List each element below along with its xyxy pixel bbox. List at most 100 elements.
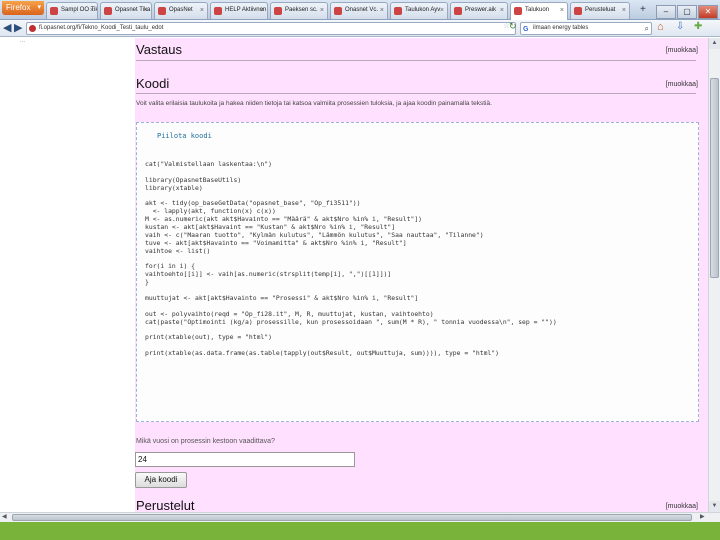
code-line: vaih <- c("Maaran tuotto", "Kylmän kulut… bbox=[145, 231, 484, 239]
code-line: print(xtable(as.data.frame(as.table(tapp… bbox=[145, 350, 499, 358]
code-line: for(i in i) { bbox=[145, 263, 196, 271]
browser-window: Firefox▾ Sampl OO Tikon×Opasnet Tika×Opa… bbox=[0, 0, 720, 522]
browser-tab[interactable]: Perusteluat × bbox=[570, 2, 630, 19]
search-bar[interactable]: G ilmaan energy tables ⌕ bbox=[520, 22, 652, 35]
browser-tab[interactable]: HELP Aktiivnon × bbox=[210, 2, 268, 19]
question-label: Mikä vuosi on prosessin kestoon vaaditta… bbox=[136, 438, 275, 445]
browser-tab[interactable]: Preswer.aik × bbox=[450, 2, 508, 19]
browser-tab[interactable]: Onasnet Vc. × bbox=[330, 2, 388, 19]
new-tab-icon[interactable]: + bbox=[640, 4, 646, 15]
koodi-description: Voit valita erilaisia taulukoita ja hake… bbox=[136, 100, 492, 107]
close-tab-icon[interactable]: × bbox=[440, 3, 444, 18]
code-line: vaihtoehto[[i]] <- vaih[as.numeric(strsp… bbox=[145, 271, 392, 279]
page-viewport: ... Vastaus [muokkaa] Koodi [muokkaa] Vo… bbox=[0, 38, 708, 512]
heading-vastaus: Vastaus bbox=[136, 42, 183, 57]
tab-favicon-icon bbox=[574, 7, 582, 15]
divider bbox=[136, 93, 696, 94]
tab-favicon-icon bbox=[454, 7, 462, 15]
scroll-down-icon[interactable]: ▼ bbox=[709, 501, 720, 512]
scroll-thumb[interactable] bbox=[710, 78, 719, 278]
close-tab-icon[interactable]: × bbox=[260, 3, 264, 18]
vertical-scrollbar[interactable]: ▲ ▼ bbox=[708, 38, 720, 512]
google-icon: G bbox=[523, 26, 529, 33]
code-line: out <- polyvaihto(reqd = "Op_fi28.it", M… bbox=[145, 310, 434, 318]
main-content: Vastaus [muokkaa] Koodi [muokkaa] Voit v… bbox=[135, 38, 708, 512]
code-line: library(OpasnetBaseUtils) bbox=[145, 176, 242, 184]
browser-tab[interactable]: Sampl OO Tikon× bbox=[46, 2, 98, 19]
scroll-up-icon[interactable]: ▲ bbox=[709, 38, 720, 49]
code-line: cat(paste("Optimointi (kg/a) prosessille… bbox=[145, 318, 557, 326]
browser-tab[interactable]: Taulukon Ayv × bbox=[390, 2, 448, 19]
tab-bar: Firefox▾ Sampl OO Tikon×Opasnet Tika×Opa… bbox=[0, 0, 720, 20]
tab-favicon-icon bbox=[394, 7, 402, 15]
horizontal-scrollbar[interactable]: ◀ ▶ bbox=[0, 512, 720, 522]
close-tab-icon[interactable]: × bbox=[500, 3, 504, 18]
tab-label: Paeksen sc. bbox=[285, 7, 318, 13]
home-icon[interactable]: ⌂ bbox=[657, 21, 664, 33]
close-tab-icon[interactable]: × bbox=[144, 3, 148, 18]
edit-link-koodi[interactable]: [muokkaa] bbox=[666, 81, 698, 88]
tab-favicon-icon bbox=[514, 7, 522, 15]
code-line: cat("Valmistellaan laskentaa:\n") bbox=[145, 160, 272, 168]
run-code-button[interactable]: Aja koodi bbox=[135, 472, 187, 488]
desktop-background bbox=[0, 522, 720, 540]
code-line: kustan <- akt[akt$Havaint == "Kustan" & … bbox=[145, 224, 396, 232]
close-window-icon[interactable]: ✕ bbox=[698, 5, 718, 19]
code-line: tuve <- akt[akt$Havainto == "Voimamitta"… bbox=[145, 239, 407, 247]
heading-koodi: Koodi bbox=[136, 76, 170, 91]
browser-tab[interactable]: Opasnet Tika × bbox=[100, 2, 152, 19]
code-line: library(xtable) bbox=[145, 184, 203, 192]
site-favicon-icon bbox=[29, 25, 36, 32]
tab-favicon-icon bbox=[158, 7, 166, 15]
heading-perustelut: Perustelut bbox=[136, 498, 195, 512]
navigation-bar: ◀ ▶ fi.opasnet.org/fi/Tekno_Koodi_Testi_… bbox=[0, 20, 720, 37]
chevron-down-icon: ▾ bbox=[37, 4, 41, 11]
close-tab-icon[interactable]: × bbox=[380, 3, 384, 18]
close-tab-icon[interactable]: × bbox=[320, 3, 324, 18]
browser-tab[interactable]: Talukuon × bbox=[510, 2, 568, 20]
tab-label: OpasNet bbox=[169, 7, 193, 13]
firefox-menu-label: Firefox bbox=[6, 3, 31, 12]
back-icon[interactable]: ◀ bbox=[3, 21, 11, 35]
code-line: M <- as.numeric(akt akt$Havainto == "Mää… bbox=[145, 216, 423, 224]
hide-code-link[interactable]: Piilota koodi bbox=[157, 132, 212, 140]
search-text: ilmaan energy tables bbox=[533, 25, 589, 31]
tab-label: Talukuon bbox=[525, 7, 550, 13]
code-line: print(xtable(out), type = "html") bbox=[145, 334, 272, 342]
close-tab-icon[interactable]: × bbox=[200, 3, 204, 18]
code-line: akt <- tidy(op_baseGetData("opasnet_base… bbox=[145, 200, 361, 208]
close-tab-icon[interactable]: × bbox=[622, 3, 626, 18]
tab-favicon-icon bbox=[274, 7, 282, 15]
reload-icon[interactable]: ↻ bbox=[509, 21, 517, 32]
browser-tab[interactable]: Paeksen sc. × bbox=[270, 2, 328, 19]
scroll-right-icon[interactable]: ▶ bbox=[700, 513, 705, 520]
tab-label: Taulukon Ayv bbox=[405, 7, 441, 13]
edit-link-vastaus[interactable]: [muokkaa] bbox=[666, 47, 698, 54]
hscroll-thumb[interactable] bbox=[12, 514, 692, 521]
edit-link-perustelut[interactable]: [muokkaa] bbox=[666, 503, 698, 510]
tab-label: Perusteluat bbox=[585, 7, 616, 13]
close-tab-icon[interactable]: × bbox=[90, 3, 94, 18]
addon-icon[interactable]: ✚ bbox=[694, 21, 702, 32]
maximize-icon[interactable]: ▢ bbox=[677, 5, 697, 19]
minimize-icon[interactable]: – bbox=[656, 5, 676, 19]
year-input[interactable]: 24 bbox=[135, 452, 355, 467]
url-bar[interactable]: fi.opasnet.org/fi/Tekno_Koodi_Testi_taul… bbox=[26, 22, 516, 35]
window-controls: – ▢ ✕ bbox=[655, 1, 718, 19]
left-sidebar: ... bbox=[0, 38, 135, 512]
download-icon[interactable]: ⇩ bbox=[676, 21, 684, 32]
forward-icon[interactable]: ▶ bbox=[14, 21, 22, 35]
close-tab-icon[interactable]: × bbox=[560, 3, 564, 18]
tab-favicon-icon bbox=[214, 7, 222, 15]
search-icon[interactable]: ⌕ bbox=[645, 23, 649, 34]
browser-tab[interactable]: OpasNet × bbox=[154, 2, 208, 19]
tab-favicon-icon bbox=[334, 7, 342, 15]
tab-favicon-icon bbox=[104, 7, 112, 15]
scroll-left-icon[interactable]: ◀ bbox=[2, 513, 7, 520]
firefox-menu-button[interactable]: Firefox ▾ bbox=[2, 1, 44, 15]
